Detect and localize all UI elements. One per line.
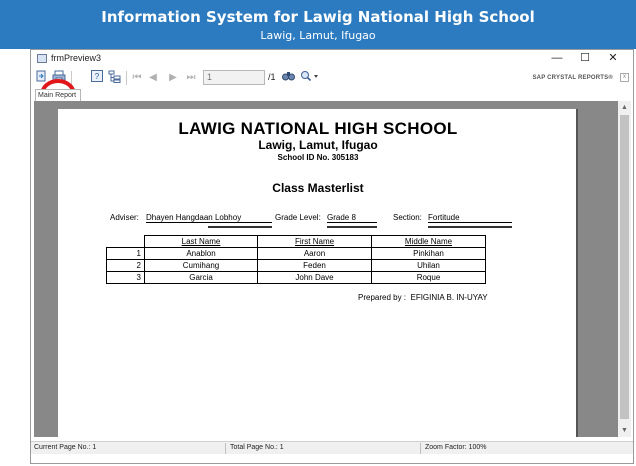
underline-bar: [428, 226, 512, 228]
grade-level-value: Grade 8: [327, 213, 377, 223]
window-title: frmPreview3: [51, 53, 102, 63]
help-button[interactable]: ?: [90, 70, 103, 86]
close-view-icon[interactable]: x: [620, 73, 629, 82]
middle-name-cell: Uhilan: [371, 259, 486, 272]
current-page-status: Current Page No.: 1: [34, 444, 97, 451]
report-toolbar: ? ⏮ ◀ ▶ ⏭ 1 /1 SAP CRYSTAL REPORTS® x: [31, 67, 633, 110]
column-header-middle-name: Middle Name: [371, 235, 486, 248]
table-row: 1 Anablon Aaron Pinkihan: [106, 247, 486, 260]
sap-crystal-reports-logo: SAP CRYSTAL REPORTS®: [532, 75, 613, 81]
row-number: 1: [106, 247, 145, 260]
row-number: 3: [106, 271, 145, 284]
page-total: /1: [268, 72, 276, 82]
column-header-last-name: Last Name: [144, 235, 258, 248]
scroll-thumb[interactable]: [620, 115, 629, 419]
group-tree-button[interactable]: [107, 70, 121, 86]
first-page-button[interactable]: ⏮: [131, 70, 143, 86]
status-separator: [225, 443, 226, 454]
vertical-scrollbar[interactable]: ▲ ▼: [618, 101, 631, 437]
middle-name-cell: Roque: [371, 271, 486, 284]
underline-bar: [327, 226, 377, 228]
underline-bar: [208, 226, 272, 228]
previous-page-button[interactable]: ◀: [147, 70, 159, 86]
prepared-by-value: EFIGINIA B. IN-UYAY: [410, 293, 488, 302]
prepared-by-label: Prepared by :: [358, 293, 407, 302]
table-header-blank: [107, 236, 145, 248]
section-value: Fortitude: [428, 213, 512, 223]
scroll-up-button[interactable]: ▲: [618, 101, 631, 114]
last-name-cell: Garcia: [144, 271, 258, 284]
masterlist-table: Last Name First Name Middle Name 1 Anabl…: [106, 235, 486, 284]
first-name-cell: Feden: [257, 259, 372, 272]
banner-title: Information System for Lawig National Hi…: [101, 8, 535, 26]
last-page-button[interactable]: ⏭: [185, 70, 197, 86]
zoom-dropdown[interactable]: [299, 70, 321, 86]
school-location: Lawig, Lamut, Ifugao: [258, 138, 378, 152]
report-type: Class Masterlist: [272, 181, 364, 195]
close-button[interactable]: ✕: [599, 50, 627, 67]
column-header-first-name: First Name: [257, 235, 372, 248]
table-row: 2 Cumihang Feden Uhilan: [106, 259, 486, 272]
svg-text:?: ?: [94, 72, 99, 81]
adviser-label: Adviser:: [110, 213, 139, 222]
middle-name-cell: Pinkihan: [371, 247, 486, 260]
find-button[interactable]: [281, 70, 295, 86]
tab-row: Main Report: [31, 89, 633, 101]
page-number-input[interactable]: 1: [203, 70, 265, 85]
scroll-down-button[interactable]: ▼: [618, 424, 631, 437]
toolbar-separator: [71, 71, 72, 85]
minimize-button[interactable]: —: [543, 50, 571, 67]
prepared-by: Prepared by : EFIGINIA B. IN-UYAY: [358, 293, 488, 302]
report-preview-window: frmPreview3 — ☐ ✕ ? ⏮ ◀ ▶ ⏭ 1 /1 SAP CRY…: [30, 49, 634, 464]
report-page: LAWIG NATIONAL HIGH SCHOOL Lawig, Lamut,…: [58, 109, 578, 437]
export-icon: [36, 70, 46, 82]
grade-level-label: Grade Level:: [275, 213, 321, 222]
find-icon: [281, 72, 295, 81]
app-banner: Information System for Lawig National Hi…: [0, 0, 636, 49]
banner-subtitle: Lawig, Lamut, Ifugao: [260, 29, 376, 42]
total-page-status: Total Page No.: 1: [230, 444, 284, 451]
help-icon: ?: [90, 70, 103, 82]
zoom-factor-status: Zoom Factor: 100%: [425, 444, 487, 451]
zoom-icon: [301, 71, 318, 82]
group-tree-icon: [108, 70, 120, 83]
toolbar-separator: [126, 71, 127, 85]
tab-main-report[interactable]: Main Report: [35, 89, 81, 101]
window-titlebar: frmPreview3 — ☐ ✕: [31, 50, 633, 67]
section-label: Section:: [393, 213, 422, 222]
app-icon: [37, 54, 47, 63]
next-page-button[interactable]: ▶: [167, 70, 179, 86]
adviser-value: Dhayen Hangdaan Lobhoy: [146, 213, 272, 223]
report-viewer: LAWIG NATIONAL HIGH SCHOOL Lawig, Lamut,…: [34, 101, 618, 437]
first-name-cell: John Dave: [257, 271, 372, 284]
status-bar: Current Page No.: 1 Total Page No.: 1 Zo…: [31, 441, 633, 454]
row-number: 2: [106, 259, 145, 272]
table-row: 3 Garcia John Dave Roque: [106, 271, 486, 284]
last-name-cell: Cumihang: [144, 259, 258, 272]
maximize-button[interactable]: ☐: [571, 50, 599, 67]
school-id: School ID No. 305183: [277, 153, 359, 162]
school-name: LAWIG NATIONAL HIGH SCHOOL: [178, 119, 458, 138]
status-separator: [420, 443, 421, 454]
last-name-cell: Anablon: [144, 247, 258, 260]
table-header-row: Last Name First Name Middle Name: [107, 235, 486, 248]
first-name-cell: Aaron: [257, 247, 372, 260]
